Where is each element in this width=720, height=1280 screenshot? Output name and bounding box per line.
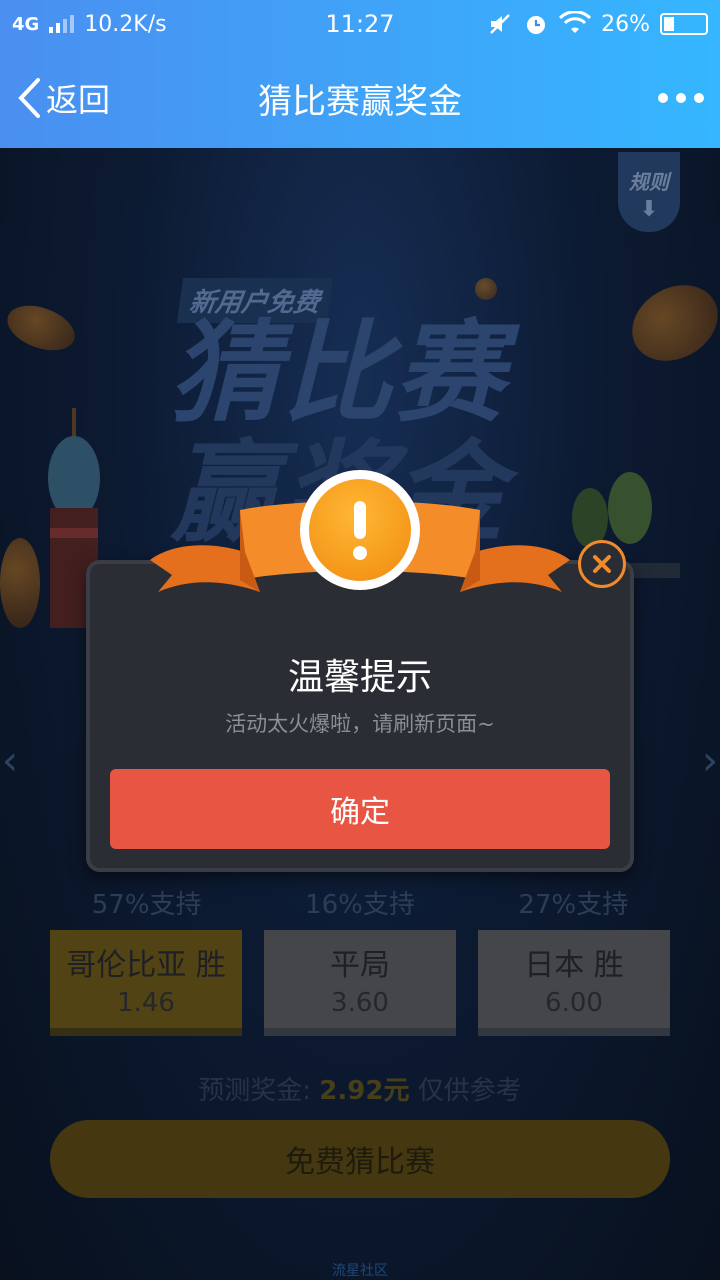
status-left: 4G 10.2K/s bbox=[12, 12, 252, 37]
battery-icon bbox=[660, 13, 708, 35]
wifi-icon bbox=[559, 11, 592, 33]
network-type: 4G bbox=[12, 13, 40, 35]
exclamation-icon bbox=[309, 479, 411, 581]
alert-dialog: 温馨提示 活动太火爆啦，请刷新页面~ 确定 bbox=[86, 560, 634, 872]
badge-circle bbox=[300, 470, 420, 590]
network-speed: 10.2K/s bbox=[84, 11, 167, 37]
status-right: 26% bbox=[487, 11, 708, 37]
dialog-title: 温馨提示 bbox=[287, 657, 432, 698]
more-dots-icon[interactable] bbox=[658, 93, 704, 103]
battery-percent: 26% bbox=[601, 11, 650, 37]
mute-icon bbox=[490, 14, 510, 34]
confirm-button[interactable]: 确定 bbox=[110, 769, 610, 849]
dialog-message: 活动太火爆啦，请刷新页面~ bbox=[225, 712, 495, 736]
back-label: 返回 bbox=[46, 81, 111, 119]
status-bar: 4G 10.2K/s 11:27 26% bbox=[0, 0, 720, 48]
close-icon[interactable] bbox=[578, 540, 626, 588]
chevron-left-icon bbox=[18, 78, 40, 118]
nav-bar: 返回 猜比赛赢奖金 bbox=[0, 48, 720, 148]
alarm-icon bbox=[527, 16, 546, 34]
back-button[interactable]: 返回 bbox=[16, 75, 176, 121]
signal-icon bbox=[49, 15, 75, 33]
